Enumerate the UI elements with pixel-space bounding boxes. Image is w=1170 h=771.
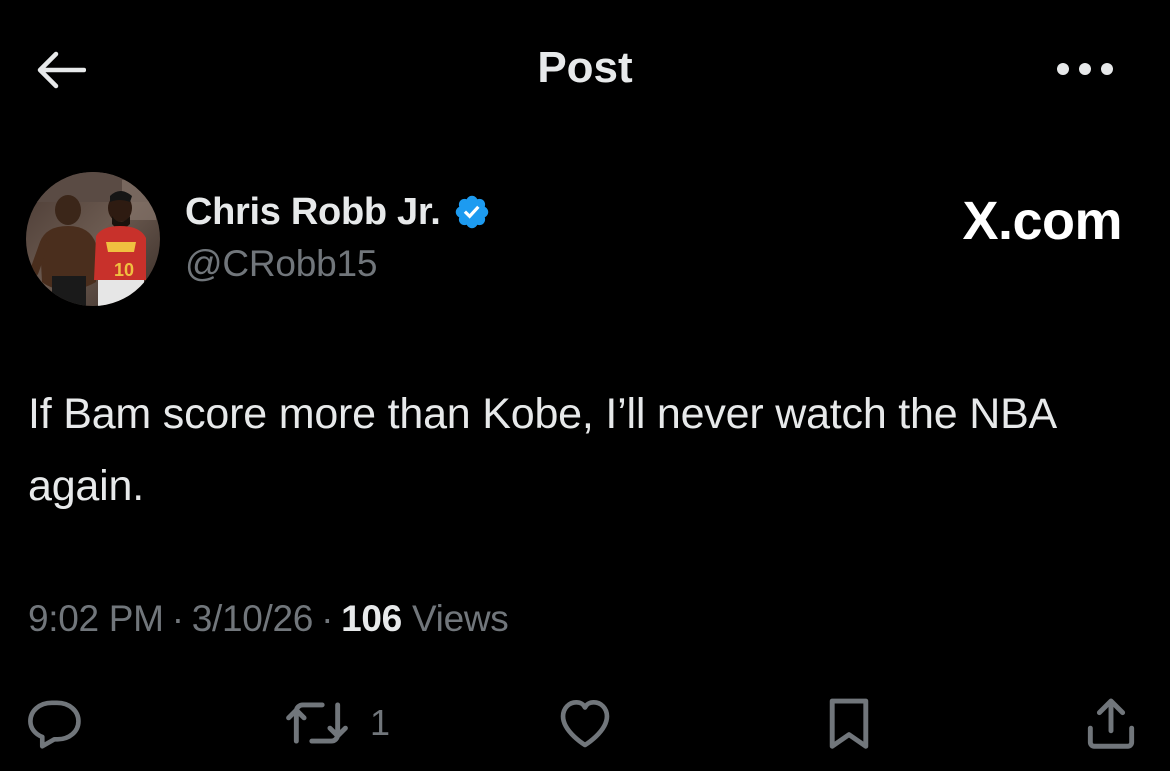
like-button[interactable]: [552, 688, 618, 758]
share-button[interactable]: [1080, 688, 1142, 758]
repost-icon: [286, 702, 348, 744]
reply-icon: [28, 700, 81, 749]
post-date[interactable]: 3/10/26: [192, 598, 314, 639]
author-name-text: Chris Robb Jr.: [185, 191, 441, 233]
svg-text:10: 10: [114, 260, 134, 280]
heart-icon: [560, 700, 610, 748]
meta-separator: ·: [171, 598, 184, 639]
bookmark-button[interactable]: [818, 688, 880, 758]
avatar[interactable]: 10: [26, 172, 160, 306]
meta-separator: ·: [321, 598, 334, 639]
views-count: 106: [341, 598, 402, 639]
reply-button[interactable]: [26, 688, 88, 758]
page-title: Post: [537, 43, 633, 92]
repost-button[interactable]: 1: [282, 688, 390, 758]
repost-count: 1: [370, 702, 391, 743]
back-button[interactable]: [28, 40, 92, 100]
arrow-left-icon: [37, 51, 86, 89]
author-handle[interactable]: @CRobb15: [185, 240, 377, 288]
post-meta: 9:02 PM · 3/10/26 · 106 Views: [28, 594, 509, 644]
author-display-name[interactable]: Chris Robb Jr.: [185, 188, 491, 236]
more-options-button[interactable]: [1050, 44, 1120, 94]
user-avatar-photo: 10: [26, 172, 160, 306]
verified-badge-icon: [455, 195, 488, 229]
more-horizontal-icon: [1057, 63, 1113, 75]
views-label: Views: [411, 598, 509, 639]
post-time[interactable]: 9:02 PM: [28, 598, 164, 639]
post-text: If Bam score more than Kobe, I’ll never …: [28, 390, 1055, 510]
share-icon: [1087, 698, 1135, 749]
bookmark-icon: [829, 698, 869, 749]
xcom-watermark: X.com: [962, 191, 1122, 251]
